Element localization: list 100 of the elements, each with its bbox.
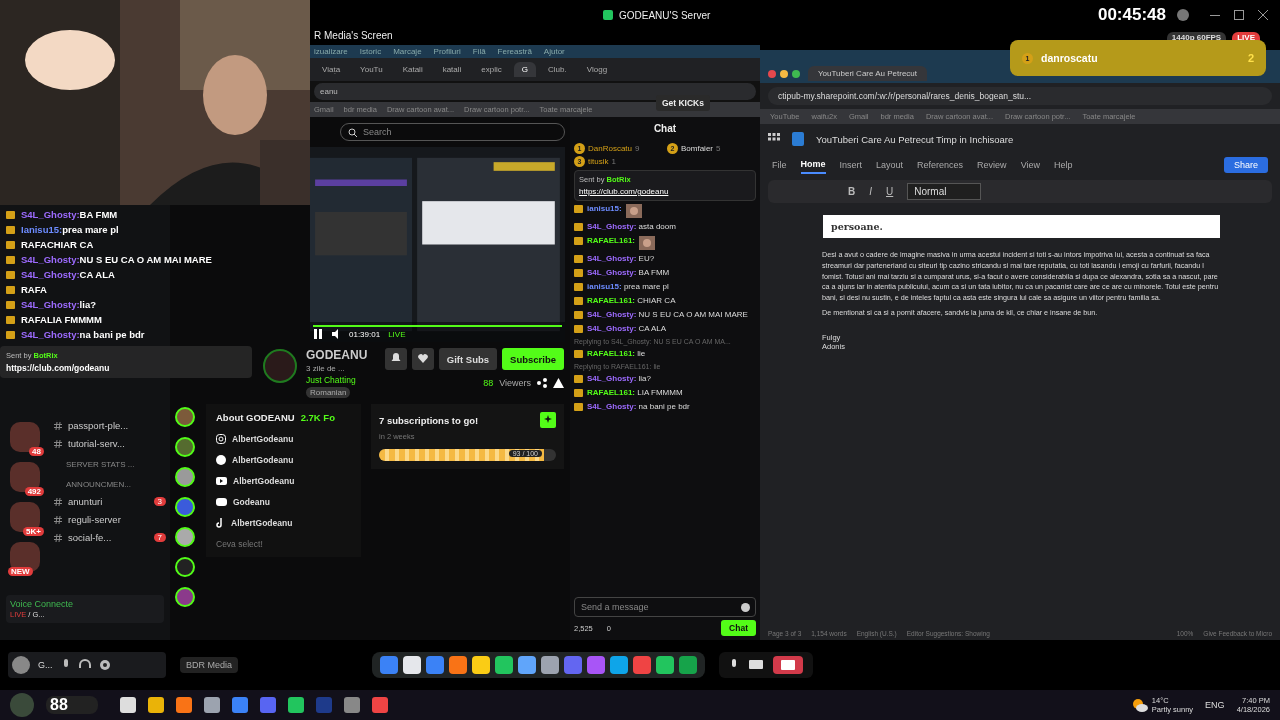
menu-item[interactable]: Istoric xyxy=(359,47,382,56)
pinned-link[interactable]: https://club.com/godeanu xyxy=(579,187,751,196)
menu-item[interactable]: Ajutor xyxy=(543,47,565,56)
browser-tab[interactable]: Vlogg xyxy=(578,62,616,77)
subscribe-button[interactable]: Subscribe xyxy=(502,348,564,370)
menu-item[interactable]: Marcaje xyxy=(393,47,422,56)
chat-message: S4L_Ghosty:NU S EU CA O AM MAI MARE xyxy=(21,254,212,265)
language-indicator[interactable]: ENG xyxy=(1205,700,1225,710)
menu-item[interactable]: Profiluri xyxy=(433,47,461,56)
unread-count: 492 xyxy=(24,487,44,496)
avatar[interactable] xyxy=(175,497,195,517)
channel-item[interactable]: social-fe... 7 xyxy=(54,532,166,543)
ribbon-tab[interactable]: Insert xyxy=(839,157,863,173)
browser-tab[interactable]: katali xyxy=(434,62,470,77)
emoji-icon[interactable] xyxy=(741,603,750,612)
app-icon[interactable] xyxy=(203,697,220,713)
avatar[interactable] xyxy=(175,557,195,577)
settings-icon[interactable] xyxy=(98,659,111,671)
get-kicks-button[interactable]: Get KICKs xyxy=(655,95,710,111)
ribbon-tab[interactable]: Layout xyxy=(876,157,904,173)
browser-tab[interactable]: YouTu xyxy=(352,62,391,77)
social-link[interactable]: AlbertGodeanu xyxy=(216,476,351,486)
language-tag[interactable]: Romanian xyxy=(306,387,351,398)
muted-speaker-icon[interactable] xyxy=(331,329,341,339)
maximize-window-button[interactable] xyxy=(792,69,800,78)
message-field[interactable]: Send a message xyxy=(574,597,756,617)
bold-button[interactable]: B xyxy=(848,186,856,197)
share-icon[interactable] xyxy=(537,378,547,388)
close-window-button[interactable] xyxy=(768,69,776,78)
browser-tab[interactable]: explic xyxy=(473,62,510,77)
gift-count: 1 xyxy=(611,157,616,166)
avatar[interactable] xyxy=(175,587,195,607)
category-header[interactable]: SERVER STATS ... xyxy=(54,456,166,469)
browser-tab[interactable]: Viața xyxy=(314,62,349,77)
channel-name: passport-ple... xyxy=(68,420,129,431)
help-icon[interactable] xyxy=(1176,8,1190,22)
avatar[interactable] xyxy=(175,437,195,457)
address-bar[interactable]: eanu xyxy=(314,83,756,100)
ribbon-tab[interactable]: File xyxy=(772,157,787,173)
maximize-icon[interactable] xyxy=(1234,10,1244,20)
stream-title: 3 zile de ... xyxy=(306,364,345,373)
channel-avatar[interactable] xyxy=(262,348,298,384)
channel-item[interactable]: anunturi 3 xyxy=(54,496,166,507)
minimize-window-button[interactable] xyxy=(780,69,788,78)
gifter-name: DanRoscatu xyxy=(588,144,633,153)
username[interactable]: RAFAEL161: xyxy=(587,236,635,245)
avatar[interactable] xyxy=(175,527,195,547)
chat-button[interactable]: Chat xyxy=(721,620,756,636)
screen-share-icon[interactable] xyxy=(749,659,763,671)
viewer-count: 88 xyxy=(46,696,98,714)
share-button[interactable]: Share xyxy=(1223,157,1268,173)
category-link[interactable]: Just Chatting xyxy=(306,375,356,385)
category-header[interactable]: ANNOUNCMEN... xyxy=(54,476,166,489)
video-player[interactable]: 01:39:01 LIVE xyxy=(310,147,565,342)
app-icon[interactable] xyxy=(287,697,304,713)
browser-tab[interactable]: Club. xyxy=(540,62,575,77)
avatar[interactable] xyxy=(175,407,195,427)
browser-tab[interactable]: YouTuberi Care Au Petrecut xyxy=(808,66,928,81)
address-bar[interactable]: ctipub-my.sharepoint.com/:w:/r/personal/rares_denis_bogean_stu... xyxy=(768,87,1272,105)
ribbon-tab[interactable]: View xyxy=(1020,157,1040,173)
menu-item[interactable]: izualizare xyxy=(314,47,348,56)
ribbon-tab[interactable]: Home xyxy=(800,156,826,174)
chat-message: RAFAEL161: CHIAR CA xyxy=(587,296,676,306)
channel-item[interactable]: passport-ple... xyxy=(54,420,166,431)
stop-stream-button[interactable] xyxy=(773,656,803,674)
menu-item[interactable]: Filă xyxy=(472,47,486,56)
subscribe-button[interactable] xyxy=(540,412,556,428)
social-link[interactable]: AlbertGodeanu xyxy=(216,518,351,528)
chat-title: Chat xyxy=(653,123,677,134)
search-field[interactable]: Search xyxy=(340,123,565,141)
browser-tab[interactable]: G xyxy=(513,62,537,77)
warning-icon[interactable] xyxy=(553,378,564,388)
channel-item[interactable]: tutorial-serv... xyxy=(54,438,166,449)
headphones-icon[interactable] xyxy=(78,659,91,671)
close-icon[interactable] xyxy=(1258,10,1268,20)
social-link[interactable]: Godeanu xyxy=(216,497,351,507)
notification-button[interactable] xyxy=(384,348,407,370)
username[interactable]: ianisu15: xyxy=(587,204,622,213)
app-icon[interactable] xyxy=(175,697,192,713)
menu-item[interactable]: Fereastră xyxy=(497,47,532,56)
ribbon-tab[interactable]: References xyxy=(917,157,964,173)
app-icon[interactable] xyxy=(147,697,164,713)
follow-button[interactable] xyxy=(411,348,434,370)
pinned-link[interactable]: https://club.com/godeanu xyxy=(6,363,246,373)
gifter-name: Bomfaier xyxy=(681,144,713,153)
italic-button[interactable]: I xyxy=(869,186,872,197)
ribbon-tab[interactable]: Review xyxy=(977,157,1007,173)
underline-button[interactable]: U xyxy=(886,186,894,197)
social-link[interactable]: AlbertGodeanu xyxy=(216,434,351,444)
browser-tab[interactable]: Katali xyxy=(394,62,431,77)
social-link[interactable]: AlbertGodeanu xyxy=(216,455,351,465)
avatar[interactable] xyxy=(175,467,195,487)
pause-icon[interactable] xyxy=(313,329,323,339)
app-icon[interactable] xyxy=(119,697,136,713)
channel-item[interactable]: reguli-server xyxy=(54,514,166,525)
style-dropdown[interactable]: Normal xyxy=(907,183,982,200)
gift-count: 9 xyxy=(635,144,640,153)
ribbon-tab[interactable]: Help xyxy=(1054,157,1073,173)
bell-icon xyxy=(390,353,401,363)
gift-subs-button[interactable]: Gift Subs xyxy=(438,348,498,370)
